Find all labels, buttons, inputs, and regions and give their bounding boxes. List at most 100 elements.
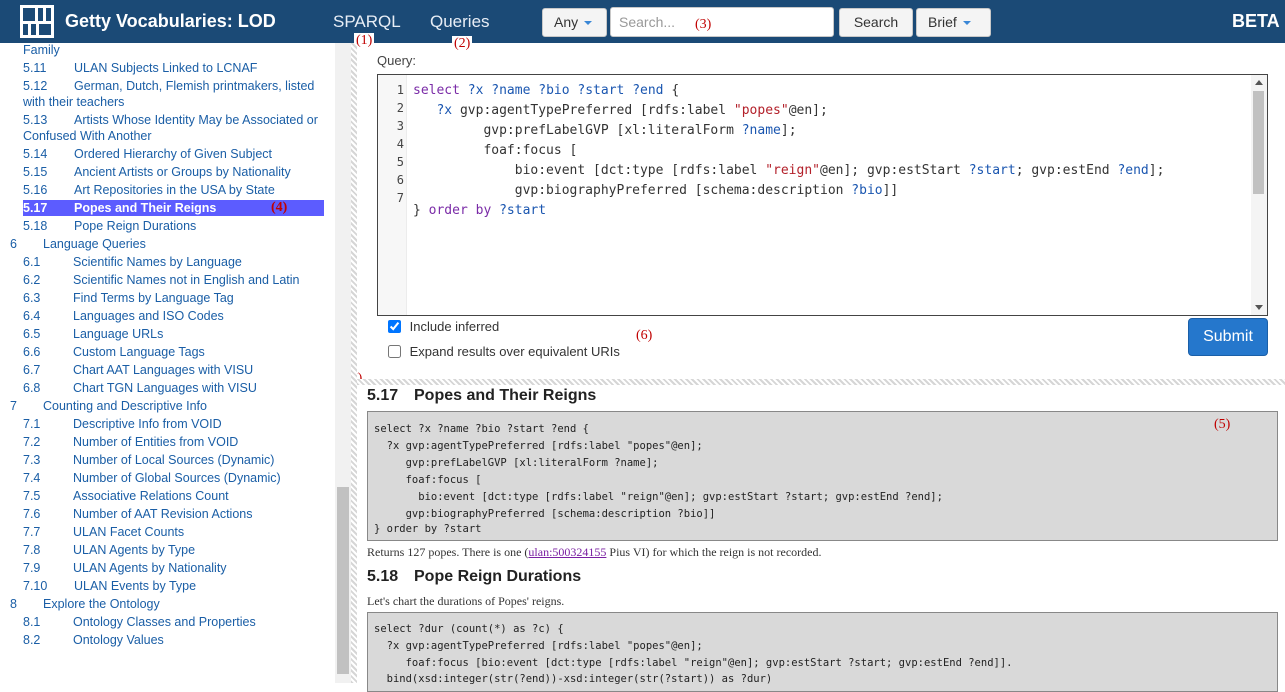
toc-item[interactable]: 6.4 Languages and ISO Codes	[23, 308, 323, 324]
toc-item[interactable]: 7.9 ULAN Agents by Nationality	[23, 560, 323, 576]
toc-item-label: Language URLs	[73, 327, 164, 341]
marker-6: (6)	[636, 328, 653, 343]
toc-item[interactable]: 6.5 Language URLs	[23, 326, 323, 342]
code-block-line: bio:event [dct:type [rdfs:label "reign"@…	[374, 491, 943, 503]
toc-item-label: Scientific Names not in English and Lati…	[73, 273, 300, 287]
marker-4: (4)	[271, 200, 288, 215]
code-block[interactable]: select ?x ?name ?bio ?start ?end { ?x gv…	[367, 411, 1278, 541]
toc-item[interactable]: 5.11 ULAN Subjects Linked to LCNAF	[23, 60, 323, 76]
toc-section[interactable]: 6 Language Queries	[10, 236, 323, 252]
scroll-up-icon[interactable]	[1255, 80, 1263, 85]
toc-item[interactable]: 7.7 ULAN Facet Counts	[23, 524, 323, 540]
search-button[interactable]: Search	[839, 8, 913, 37]
toc-item[interactable]: 7.6 Number of AAT Revision Actions	[23, 506, 323, 522]
line-number: 3	[396, 119, 404, 133]
brief-dropdown-button[interactable]: Brief	[916, 8, 991, 37]
section-title: Popes and Their Reigns	[414, 387, 597, 404]
toc-item-label-cont: with their teachers	[23, 95, 125, 109]
toc-item-number: 6.3	[23, 291, 41, 305]
toc-item[interactable]: 8.2 Ontology Values	[23, 632, 323, 648]
chevron-down-icon	[962, 21, 971, 26]
nav-queries-link[interactable]: Queries	[430, 12, 490, 32]
toc-item[interactable]: 7.8 ULAN Agents by Type	[23, 542, 323, 558]
brand-title[interactable]: Getty Vocabularies: LOD	[65, 11, 276, 32]
line-number: 2	[396, 101, 404, 115]
toc-item[interactable]: 7.4 Number of Global Sources (Dynamic)	[23, 470, 323, 486]
toc-item-number: 7.1	[23, 417, 41, 431]
editor-scrollbar[interactable]	[1251, 75, 1267, 315]
toc-item-number: 6.5	[23, 327, 41, 341]
toc-item[interactable]: 7.2 Number of Entities from VOID	[23, 434, 323, 450]
toc-item-label: Chart AAT Languages with VISU	[73, 363, 254, 377]
code-block-line: ?x gvp:agentTypePreferred [rdfs:label "p…	[374, 440, 703, 452]
expand-results-option[interactable]: Expand results over equivalent URIs	[388, 344, 620, 359]
toc-item-label: Associative Relations Count	[73, 489, 229, 503]
toc-section[interactable]: 7 Counting and Descriptive Info	[10, 398, 323, 414]
toc-item[interactable]: 6.3 Find Terms by Language Tag	[23, 290, 323, 306]
ulan-link[interactable]: ulan:500324155	[528, 545, 606, 559]
code-block-line: ?x gvp:agentTypePreferred [rdfs:label "p…	[374, 640, 703, 652]
toc-item-label: Counting and Descriptive Info	[43, 399, 207, 413]
toc-item[interactable]: 5.12 German, Dutch, Flemish printmakers,…	[23, 78, 323, 110]
toc-item[interactable]: 5.14 Ordered Hierarchy of Given Subject	[23, 146, 323, 162]
section-heading: 5.17 Popes and Their Reigns	[367, 387, 596, 405]
any-dropdown-button[interactable]: Any	[542, 8, 607, 37]
sidebar-scrollbar-thumb[interactable]	[337, 487, 349, 674]
toc-item-number: 6	[10, 237, 17, 251]
toc-item-number: 5.11	[23, 61, 47, 75]
line-number: 6	[396, 173, 404, 187]
toc-item[interactable]: 7.1 Descriptive Info from VOID	[23, 416, 323, 432]
toc-item[interactable]: 7.10 ULAN Events by Type	[23, 578, 323, 594]
code-block[interactable]: select ?dur (count(*) as ?c) { ?x gvp:ag…	[367, 612, 1278, 692]
toc-section[interactable]: 8 Explore the Ontology	[10, 596, 323, 612]
toc-item[interactable]: 7.5 Associative Relations Count	[23, 488, 323, 504]
code-block-line: gvp:biographyPreferred [schema:descripti…	[374, 508, 716, 520]
include-inferred-label: Include inferred	[409, 319, 500, 334]
editor-scrollbar-thumb[interactable]	[1253, 91, 1264, 194]
getty-logo-icon[interactable]	[20, 5, 54, 38]
submit-button[interactable]: Submit	[1188, 318, 1268, 356]
toc-item[interactable]: 6.8 Chart TGN Languages with VISU	[23, 380, 323, 396]
toc-item[interactable]: 5.15 Ancient Artists or Groups by Nation…	[23, 164, 323, 180]
toc-item[interactable]: 5.13 Artists Whose Identity May be Assoc…	[23, 112, 323, 144]
expand-results-checkbox[interactable]	[388, 345, 401, 358]
query-label: Query:	[377, 53, 417, 68]
code-block-line: foaf:focus [	[374, 474, 482, 486]
include-inferred-checkbox[interactable]	[388, 320, 401, 333]
toc-item[interactable]: 7.3 Number of Local Sources (Dynamic)	[23, 452, 323, 468]
toc-item-label: Custom Language Tags	[73, 345, 205, 359]
toc-item-label: Ontology Classes and Properties	[73, 615, 256, 629]
toc-item[interactable]: 6.2 Scientific Names not in English and …	[23, 272, 323, 288]
toc-item[interactable]: 5.16 Art Repositories in the USA by Stat…	[23, 182, 323, 198]
query-editor[interactable]: 1 2 3 4 5 6 7 select ?x ?name ?bio ?star…	[377, 74, 1268, 316]
toc-item[interactable]: 6.7 Chart AAT Languages with VISU	[23, 362, 323, 378]
nav-sparql-link[interactable]: SPARQL	[333, 12, 401, 32]
include-inferred-option[interactable]: Include inferred	[388, 319, 499, 334]
expand-results-label: Expand results over equivalent URIs	[409, 344, 620, 359]
toc-item-label: German, Dutch, Flemish printmakers, list…	[74, 79, 315, 93]
vertical-splitter[interactable]	[351, 43, 357, 683]
toc-item[interactable]: 5.18 Pope Reign Durations	[23, 218, 323, 234]
line-number: 7	[396, 191, 404, 205]
toc-item-number: 5.13	[23, 113, 48, 127]
toc-item-label: Chart TGN Languages with VISU	[73, 381, 257, 395]
toc-item[interactable]: 6.1 Scientific Names by Language	[23, 254, 323, 270]
scroll-down-icon[interactable]	[1255, 305, 1263, 310]
toc-item-active[interactable]: 5.17 Popes and Their Reigns (4)	[23, 200, 324, 216]
toc-item-label: Number of AAT Revision Actions	[73, 507, 253, 521]
code-line: ?x gvp:agentTypePreferred [rdfs:label "p…	[436, 103, 828, 118]
horizontal-splitter[interactable]	[357, 379, 1285, 385]
toc-item-number: 6.7	[23, 363, 41, 377]
toc-item-number: 5.15	[23, 165, 48, 179]
toc-item-label: ULAN Events by Type	[74, 579, 197, 593]
toc-item[interactable]: 8.1 Ontology Classes and Properties	[23, 614, 323, 630]
toc-item-label: ULAN Subjects Linked to LCNAF	[74, 61, 258, 75]
line-number: 5	[396, 155, 404, 169]
toc-item-label: Language Queries	[43, 237, 146, 251]
section-number: 5.17	[367, 387, 399, 404]
search-input[interactable]	[610, 7, 834, 37]
code-block-line: select ?x ?name ?bio ?start ?end {	[374, 423, 589, 435]
line-number: 1	[396, 83, 404, 97]
toc-item[interactable]: 6.6 Custom Language Tags	[23, 344, 323, 360]
toc-item-label: Explore the Ontology	[43, 597, 160, 611]
